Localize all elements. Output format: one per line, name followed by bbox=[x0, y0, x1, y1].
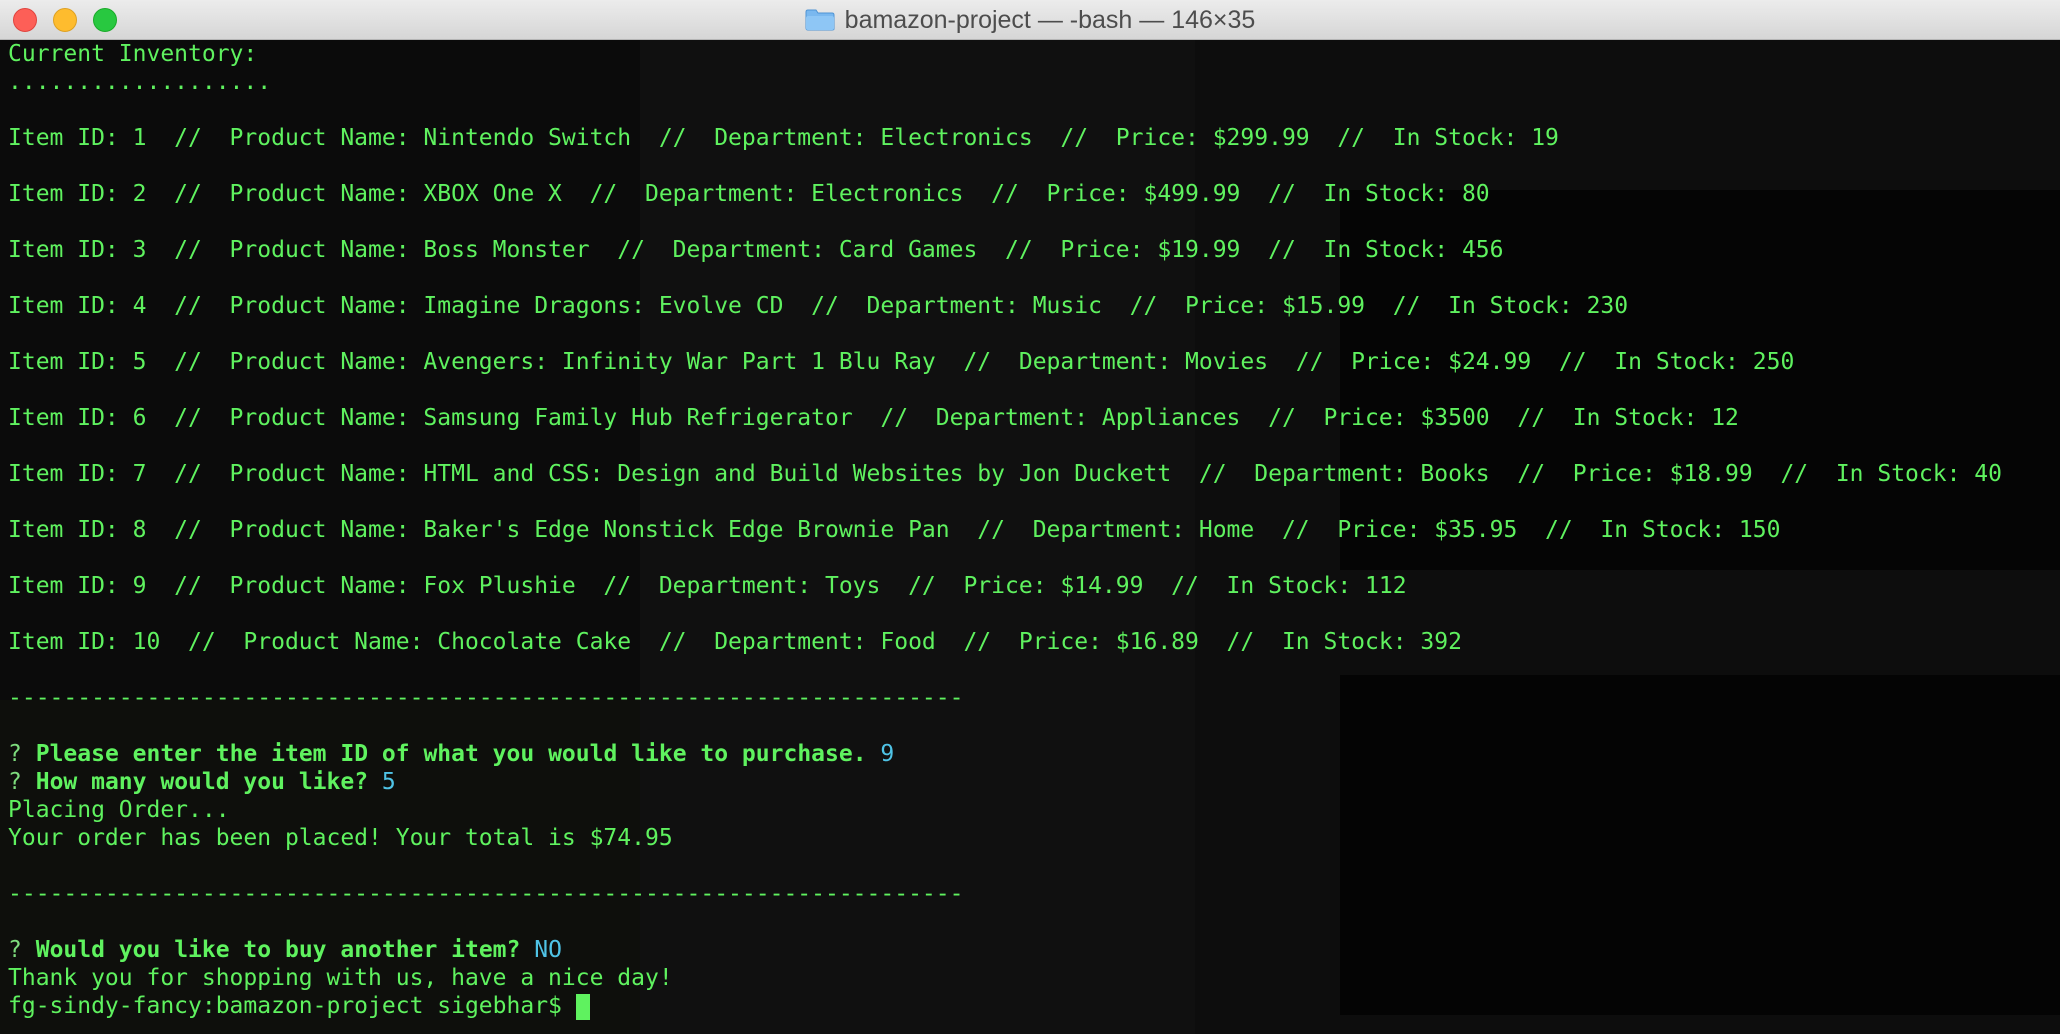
question-mark-icon: ? bbox=[8, 741, 22, 767]
shell-prompt: fg-sindy-fancy:bamazon-project sigebhar$ bbox=[8, 993, 562, 1019]
inventory-row: Item ID: 7 // Product Name: HTML and CSS… bbox=[8, 461, 2002, 487]
purchase-id-prompt: ? Please enter the item ID of what you w… bbox=[8, 740, 2060, 768]
purchase-id-answer: 9 bbox=[880, 741, 895, 767]
quantity-question: How many would you like? bbox=[35, 769, 369, 795]
inventory-row: Item ID: 2 // Product Name: XBOX One X /… bbox=[8, 181, 1490, 207]
buy-another-prompt: ? Would you like to buy another item? NO bbox=[8, 936, 2060, 964]
inventory-row: Item ID: 6 // Product Name: Samsung Fami… bbox=[8, 405, 1739, 431]
text-cursor bbox=[575, 993, 590, 1020]
inventory-row: Item ID: 10 // Product Name: Chocolate C… bbox=[8, 629, 1462, 655]
inventory-row: Item ID: 3 // Product Name: Boss Monster… bbox=[8, 237, 1504, 263]
inventory-dots: ................... bbox=[8, 69, 272, 95]
separator-line: ----------------------------------------… bbox=[8, 685, 964, 711]
inventory-row: Item ID: 1 // Product Name: Nintendo Swi… bbox=[8, 125, 1559, 151]
shell-prompt-line[interactable]: fg-sindy-fancy:bamazon-project sigebhar$ bbox=[8, 992, 2060, 1020]
inventory-row: Item ID: 4 // Product Name: Imagine Drag… bbox=[8, 293, 1629, 319]
quantity-answer: 5 bbox=[381, 769, 396, 795]
terminal-output[interactable]: Current Inventory: ................... I… bbox=[0, 40, 2060, 1034]
inventory-row: Item ID: 9 // Product Name: Fox Plushie … bbox=[8, 573, 1407, 599]
inventory-row: Item ID: 8 // Product Name: Baker's Edge… bbox=[8, 517, 1781, 543]
title-bar[interactable]: bamazon-project — -bash — 146×35 bbox=[0, 0, 2060, 40]
placing-order-text: Placing Order... bbox=[8, 797, 230, 823]
buy-another-question: Would you like to buy another item? bbox=[35, 937, 521, 963]
separator-line: ----------------------------------------… bbox=[8, 881, 964, 907]
thank-you-text: Thank you for shopping with us, have a n… bbox=[8, 965, 673, 991]
inventory-header: Current Inventory: bbox=[8, 41, 258, 67]
question-mark-icon: ? bbox=[8, 769, 22, 795]
purchase-id-question: Please enter the item ID of what you wou… bbox=[35, 741, 867, 767]
buy-another-answer: NO bbox=[534, 937, 562, 963]
terminal-window: bamazon-project — -bash — 146×35 Current… bbox=[0, 0, 2060, 1034]
question-mark-icon: ? bbox=[8, 937, 22, 963]
title-wrap: bamazon-project — -bash — 146×35 bbox=[0, 0, 2060, 40]
order-confirmation-text: Your order has been placed! Your total i… bbox=[8, 825, 673, 851]
quantity-prompt: ? How many would you like? 5 bbox=[8, 768, 2060, 796]
folder-icon bbox=[805, 9, 835, 31]
inventory-row: Item ID: 5 // Product Name: Avengers: In… bbox=[8, 349, 1795, 375]
window-title: bamazon-project — -bash — 146×35 bbox=[844, 5, 1256, 34]
